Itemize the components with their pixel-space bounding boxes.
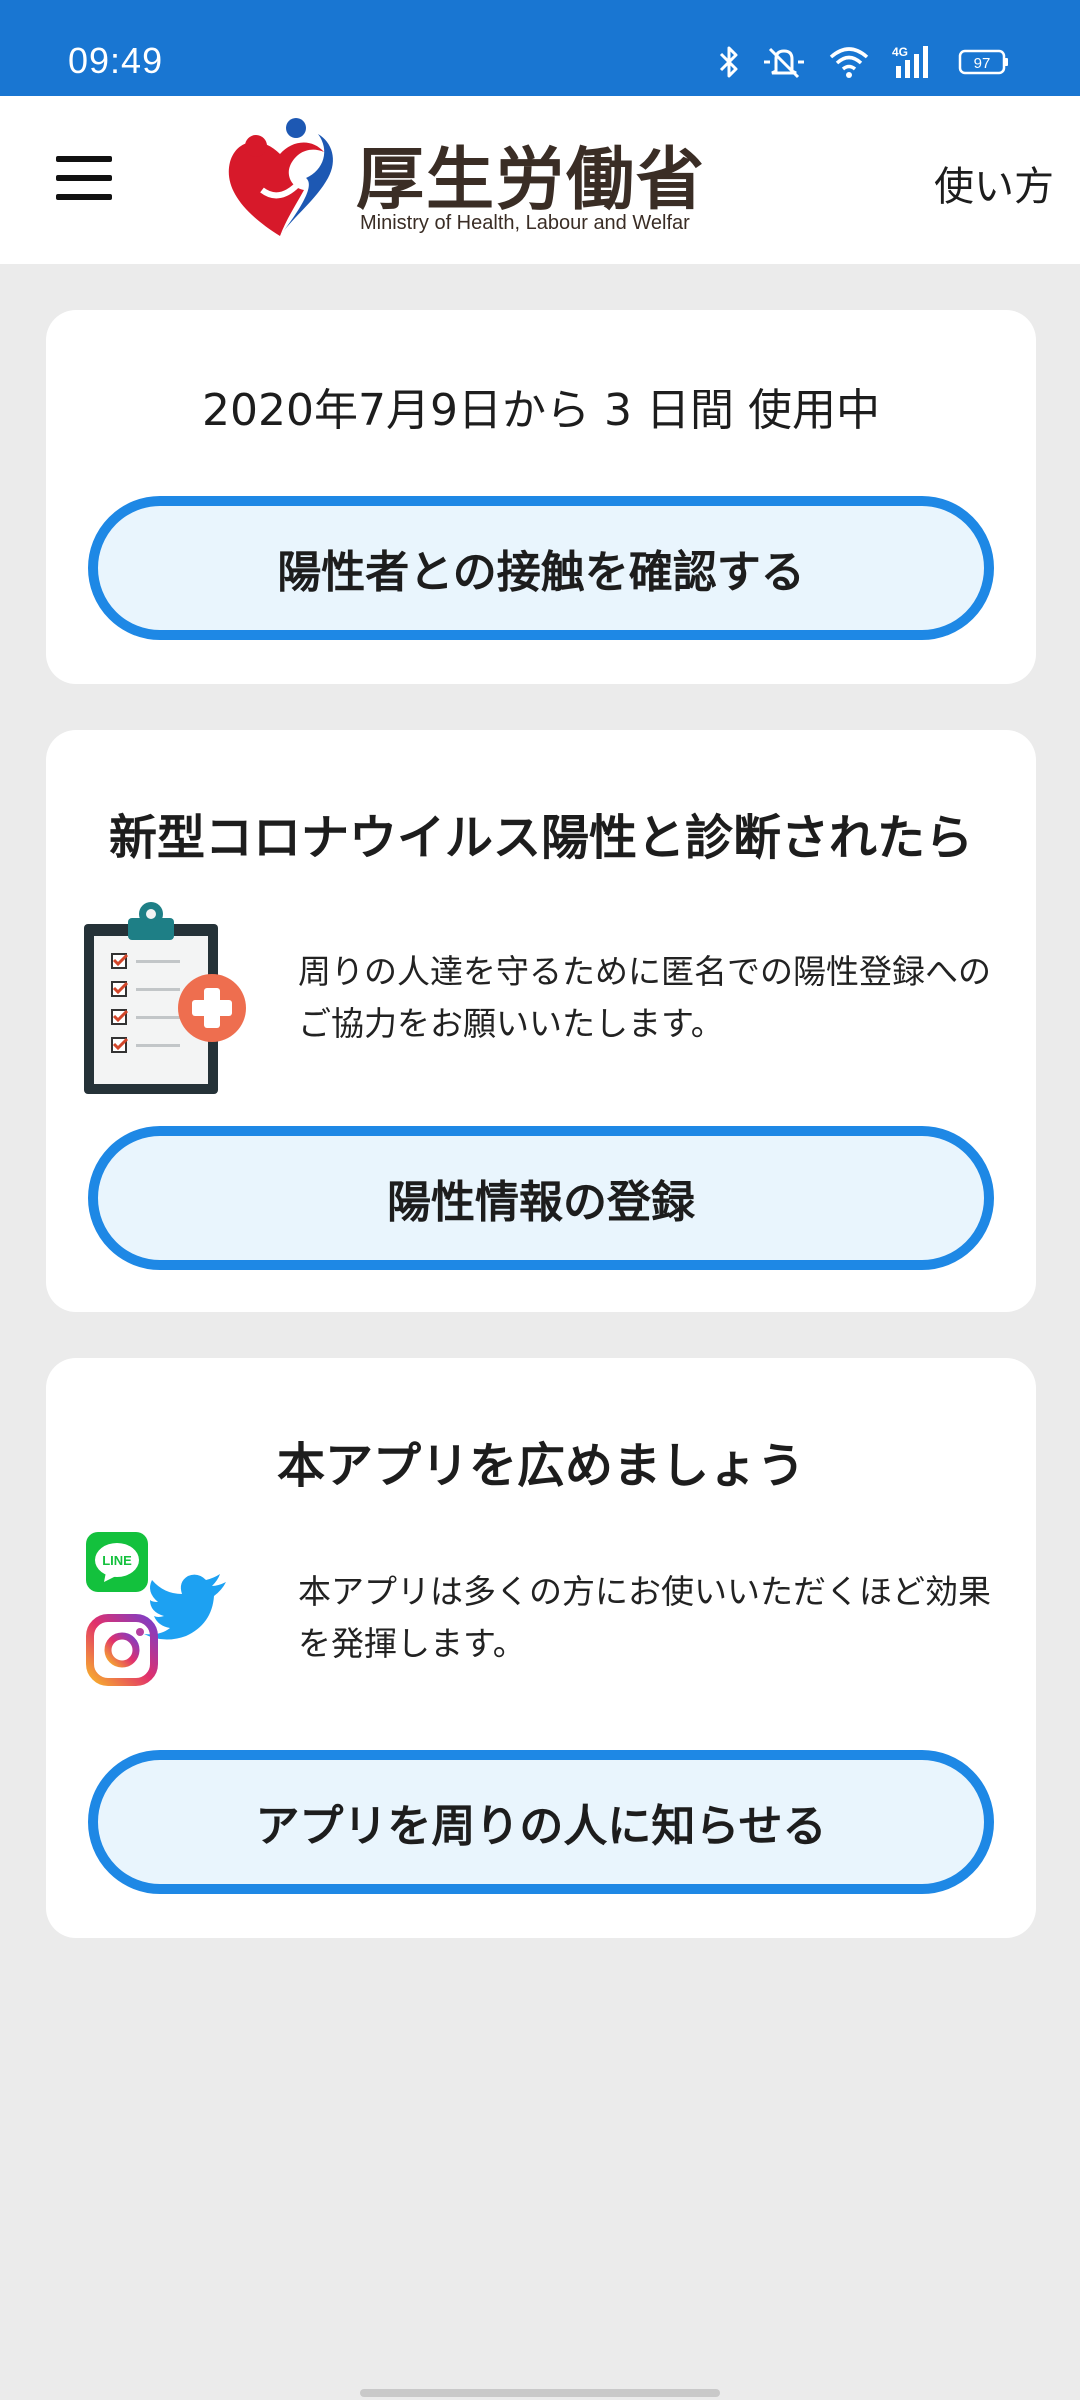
svg-text:LINE: LINE — [102, 1553, 132, 1568]
instagram-icon — [86, 1614, 158, 1686]
share-card: 本アプリを広めましょう LINE 本アプリは多くの方にお使いいただくほど効果を発… — [46, 1358, 1036, 1938]
brand-subtitle: Ministry of Health, Labour and Welfar — [360, 212, 690, 234]
menu-icon[interactable] — [56, 156, 112, 200]
usage-status-text: 2020年7月9日から 3 日間 使用中 — [202, 385, 880, 436]
share-title: 本アプリを広めましょう — [276, 1438, 805, 1494]
share-description: 本アプリは多くの方にお使いいただくほど効果を発揮します。 — [298, 1572, 991, 1663]
status-time: 09:49 — [68, 40, 164, 81]
diagnosis-card: 新型コロナウイルス陽性と診断されたら 周りの人達を守るために匿名での陽性登録への… — [46, 730, 1036, 1312]
share-app-button[interactable]: アプリを周りの人に知らせる — [88, 1750, 994, 1894]
svg-text:4G: 4G — [892, 45, 908, 59]
register-positive-button[interactable]: 陽性情報の登録 — [88, 1126, 994, 1270]
diagnosis-description: 周りの人達を守るために匿名での陽性登録へのご協力をお願いいたします。 — [298, 952, 991, 1043]
status-icons: 4G 97 — [718, 44, 1010, 80]
social-icons: LINE — [86, 1532, 226, 1686]
signal-icon: 4G — [892, 44, 936, 80]
clipboard-icon — [84, 902, 246, 1094]
battery-icon: 97 — [958, 47, 1010, 77]
wifi-icon — [828, 45, 870, 79]
svg-text:97: 97 — [974, 55, 991, 72]
bluetooth-icon — [718, 45, 740, 79]
brand-name: 厚生労働省 — [356, 141, 707, 220]
home-indicator[interactable] — [360, 2389, 720, 2397]
app-header: 厚生労働省 Ministry of Health, Labour and Wel… — [0, 96, 1080, 264]
diagnosis-title: 新型コロナウイルス陽性と診断されたら — [108, 810, 973, 866]
mute-icon — [762, 45, 806, 79]
help-link[interactable]: 使い方 — [934, 154, 1054, 212]
usage-card: 2020年7月9日から 3 日間 使用中 陽性者との接触を確認する — [46, 310, 1036, 684]
line-icon: LINE — [86, 1532, 148, 1592]
check-contact-button[interactable]: 陽性者との接触を確認する — [88, 496, 994, 640]
status-bar: 09:49 4G 97 — [0, 0, 1080, 96]
brand-logo: 厚生労働省 Ministry of Health, Labour and Wel… — [220, 116, 704, 246]
ministry-logo-icon — [228, 118, 333, 236]
